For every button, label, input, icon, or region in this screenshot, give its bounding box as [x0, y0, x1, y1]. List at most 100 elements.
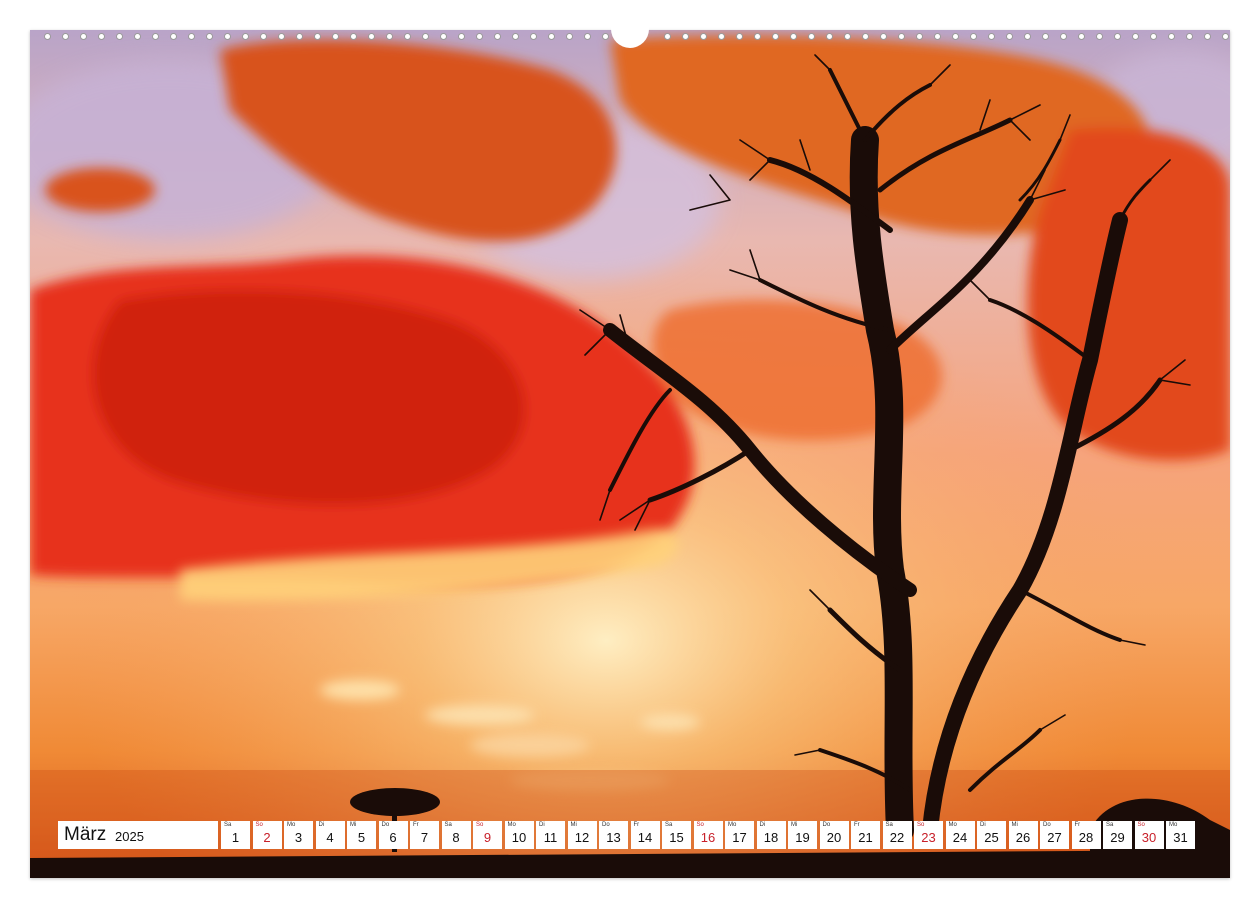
day-number: 25: [984, 830, 999, 845]
binding-hole: [682, 33, 689, 40]
binding-hole: [1222, 33, 1229, 40]
binding-hole: [1204, 33, 1211, 40]
binding-hole: [934, 33, 941, 40]
weekday-label: Mi: [350, 822, 357, 828]
weekday-label: Mo: [1169, 822, 1178, 828]
binding-hole: [808, 33, 815, 40]
weekday-label: Mo: [728, 822, 737, 828]
weekday-label: Fr: [413, 822, 419, 828]
binding-hole: [1150, 33, 1157, 40]
day-number: 1: [231, 830, 240, 845]
binding-hole: [440, 33, 447, 40]
binding-hole: [700, 33, 707, 40]
day-number: 23: [921, 830, 936, 845]
binding-hole: [512, 33, 519, 40]
binding-hole: [134, 33, 141, 40]
day-cell: Di 4: [315, 821, 345, 849]
binding-hole: [880, 33, 887, 40]
day-cell: Fr 7: [410, 821, 439, 849]
weekday-label: Sa: [224, 822, 232, 828]
month-label: März 2025: [58, 821, 218, 849]
day-number: 16: [700, 830, 716, 845]
binding-hole: [332, 33, 339, 40]
day-cell: Mo 31: [1166, 821, 1195, 849]
binding-hole: [844, 33, 851, 40]
photo-illustration: [30, 30, 1230, 878]
day-cell: Sa 29: [1103, 821, 1132, 849]
day-cell: So 30: [1134, 821, 1164, 849]
binding-hole: [260, 33, 267, 40]
day-cell: Di 18: [756, 821, 786, 849]
weekday-label: Do: [1043, 822, 1051, 828]
weekday-label: Mi: [570, 822, 577, 828]
day-cell: Fr 21: [851, 821, 880, 849]
weekday-label: Fr: [854, 822, 860, 828]
binding-hole: [530, 33, 537, 40]
day-number: 20: [826, 830, 842, 845]
binding-hole: [566, 33, 573, 40]
weekday-label: Sa: [1106, 822, 1114, 828]
binding-hole: [970, 33, 977, 40]
weekday-label: Fr: [1074, 822, 1081, 828]
day-cell: Sa 8: [441, 821, 471, 849]
binding-hole: [62, 33, 69, 40]
binding-hole: [898, 33, 905, 40]
weekday-label: Sa: [665, 822, 673, 828]
month-year: 2025: [115, 829, 144, 844]
day-cell: Do 20: [819, 821, 849, 849]
weekday-label: Di: [980, 822, 986, 828]
binding-hole: [1006, 33, 1013, 40]
binding-hole: [584, 33, 591, 40]
weekday-label: So: [255, 822, 263, 828]
binding-hole: [422, 33, 429, 40]
day-cell: So 2: [252, 821, 282, 849]
day-number: 10: [511, 830, 527, 845]
weekday-label: Mi: [791, 822, 798, 828]
sunset-tree-photo: [30, 30, 1230, 878]
day-number: 15: [669, 830, 684, 845]
weekday-label: So: [1137, 822, 1145, 828]
weekday-label: Di: [759, 822, 766, 828]
binding-hole: [296, 33, 303, 40]
binding-hole: [476, 33, 483, 40]
day-number: 27: [1047, 830, 1062, 845]
binding-hole: [952, 33, 959, 40]
day-cell: Mi 5: [347, 821, 376, 849]
day-number: 6: [389, 830, 397, 845]
day-number: 18: [763, 830, 779, 845]
day-cell: Mo 10: [504, 821, 534, 849]
day-number: 7: [420, 830, 429, 845]
binding-hole: [1060, 33, 1067, 40]
binding-hole: [754, 33, 761, 40]
binding-hole: [548, 33, 555, 40]
day-number: 12: [574, 830, 590, 845]
weekday-label: Di: [539, 822, 545, 828]
binding-hole: [1114, 33, 1121, 40]
day-number: 11: [543, 830, 558, 845]
weekday-label: Sa: [444, 822, 452, 828]
day-number: 4: [326, 830, 334, 845]
binding-hole: [862, 33, 869, 40]
day-number: 19: [795, 830, 810, 845]
day-cell: So 23: [914, 821, 943, 849]
day-cell: Mi 26: [1008, 821, 1038, 849]
binding-hole: [170, 33, 177, 40]
day-number: 17: [732, 830, 747, 845]
day-number: 24: [952, 830, 968, 845]
binding-hole: [98, 33, 105, 40]
day-cell: Do 13: [599, 821, 628, 849]
weekday-label: So: [696, 822, 704, 828]
day-number: 8: [452, 830, 460, 845]
binding-hole: [44, 33, 51, 40]
day-number: 26: [1015, 830, 1031, 845]
weekday-label: Sa: [885, 822, 893, 828]
binding-hole: [916, 33, 923, 40]
day-number: 2: [263, 830, 271, 845]
weekday-label: Di: [318, 822, 325, 828]
weekday-label: Do: [602, 822, 610, 828]
binding-hole: [772, 33, 779, 40]
day-cell: Mi 12: [567, 821, 597, 849]
binding-hole: [602, 33, 609, 40]
binding-hole: [242, 33, 249, 40]
weekday-label: Do: [381, 822, 390, 828]
